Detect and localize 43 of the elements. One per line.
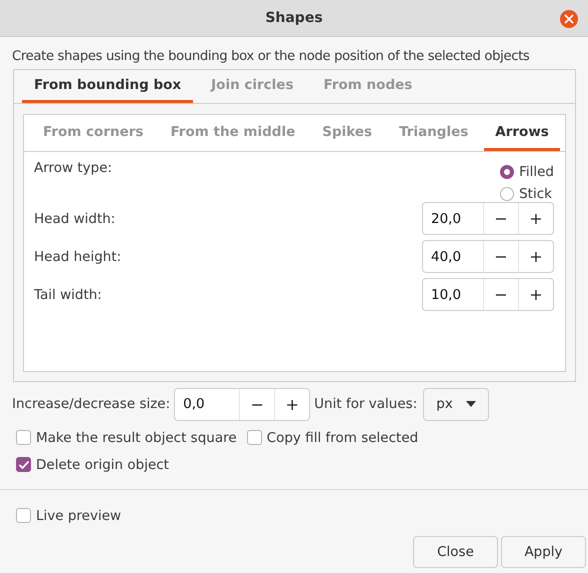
field-label: Tail width: [34,286,102,302]
checkbox[interactable] [246,430,262,445]
radio-option[interactable]: Stick [500,184,554,203]
field-label: Arrow type: [34,160,112,176]
spin-value: 20,0 [430,210,462,228]
checkbox-option[interactable]: Make the result object square [16,427,237,448]
radio-button[interactable] [500,186,514,200]
window-title: Shapes [265,10,323,26]
field-label: Increase/decrease size: [12,396,170,412]
radio-option[interactable]: Filled [500,162,554,181]
checkbox-option[interactable]: Copy fill from selected [246,427,418,448]
field-label: Unit for values: [314,396,418,412]
increment-button[interactable]: + [518,241,553,272]
dropdown-arrow-icon [466,401,476,407]
spin-field[interactable]: 0,0 − + [174,388,310,420]
increment-button[interactable]: + [518,203,553,234]
spin-value: 0,0 [182,395,206,414]
spin-field[interactable]: 10,0 − + [422,278,554,311]
description-text: Create shapes using the bounding box or the node position of the selected objects [12,48,530,66]
increment-button[interactable]: + [274,388,310,420]
decrement-button[interactable]: − [483,279,518,310]
tab[interactable]: Arrows [484,115,560,151]
checkbox-option[interactable]: Live preview [16,505,586,526]
checkbox-option[interactable]: Delete origin object [16,454,169,475]
decrement-button[interactable]: − [483,203,518,234]
unit-dropdown[interactable]: px [423,388,490,420]
field-label: Head width: [34,210,116,226]
spin-value: 10,0 [430,286,462,304]
dialog-button[interactable]: Apply [501,536,586,568]
field-label: Head height: [34,248,122,264]
spin-field[interactable]: 40,0 − + [422,240,554,273]
close-icon[interactable] [560,10,578,28]
checkbox[interactable] [16,508,31,523]
spin-value: 40,0 [430,248,462,266]
decrement-button[interactable]: − [239,388,274,420]
decrement-button[interactable]: − [483,241,518,272]
tab[interactable]: From bounding box [22,70,194,103]
checkbox[interactable] [16,457,31,472]
checkbox[interactable] [16,430,31,445]
dialog-button[interactable]: Close [413,536,498,568]
radio-button[interactable] [500,164,514,178]
spin-field[interactable]: 20,0 − + [422,202,554,235]
increment-button[interactable]: + [518,279,553,310]
